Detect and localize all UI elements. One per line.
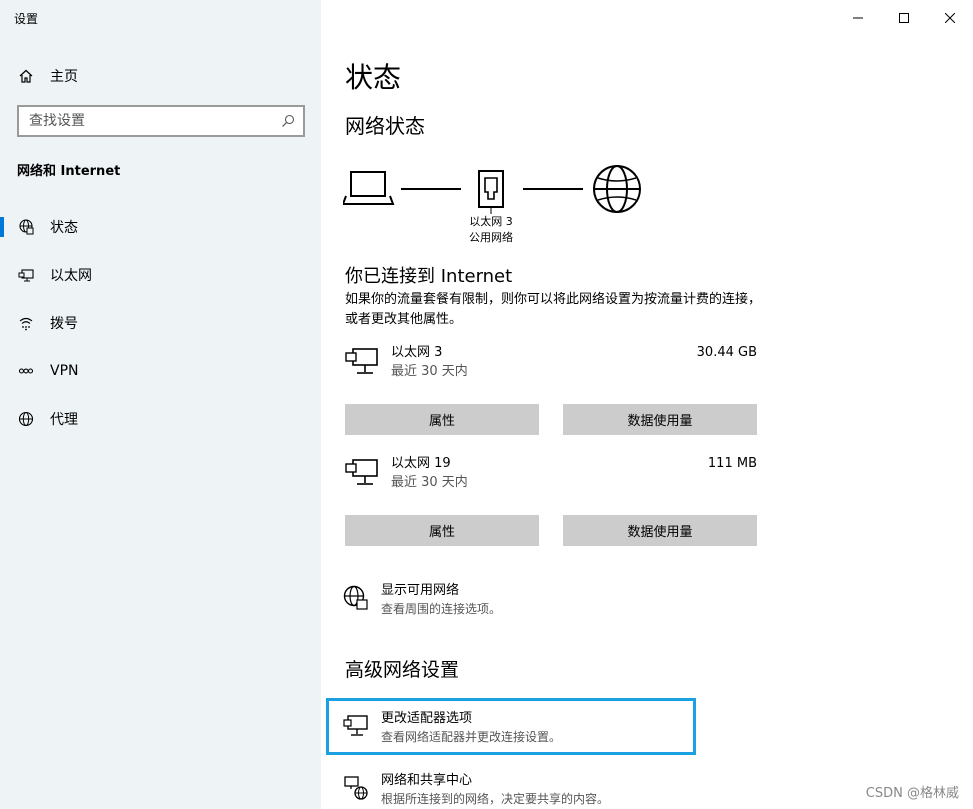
home-label: 主页 — [50, 69, 78, 85]
page-title: 状态 — [345, 61, 402, 94]
minimize-icon — [853, 17, 863, 19]
sidebar-item-dialup[interactable]: 拨号 — [0, 299, 321, 347]
sharing-center-desc: 根据所连接到的网络，决定要共享的内容。 — [381, 792, 610, 806]
connected-title: 你已连接到 Internet — [345, 266, 513, 287]
adapter-usage-period: 最近 30 天内 — [391, 475, 468, 490]
adapter-data-used: 30.44 GB — [696, 345, 757, 360]
show-networks-title: 显示可用网络 — [381, 583, 460, 598]
sidebar-item-label: VPN — [50, 363, 79, 379]
home-icon — [19, 69, 33, 83]
dialup-icon — [19, 317, 33, 331]
ethernet-icon — [18, 269, 34, 282]
properties-button[interactable]: 属性 — [345, 404, 539, 435]
globe-network-icon — [343, 585, 368, 610]
adapter-card: 以太网 3 最近 30 天内 30.44 GB 属性 数据使用量 — [345, 344, 757, 435]
maximize-button[interactable] — [881, 0, 927, 36]
sidebar-item-label: 以太网 — [50, 268, 92, 284]
sidebar-item-label: 代理 — [50, 412, 78, 428]
close-icon — [945, 13, 955, 23]
diagram-caption: 以太网 3 公用网络 — [441, 214, 541, 246]
sidebar-item-label: 拨号 — [50, 316, 78, 332]
change-adapter-link[interactable]: 更改适配器选项 查看网络适配器并更改连接设置。 — [343, 710, 561, 746]
internet-globe-icon — [593, 165, 641, 213]
ethernet-adapter-icon — [345, 459, 378, 485]
change-adapter-desc: 查看网络适配器并更改连接设置。 — [381, 730, 562, 744]
sharing-center-link[interactable]: 网络和共享中心 根据所连接到的网络，决定要共享的内容。 — [343, 772, 609, 808]
watermark-text: CSDN @格林威 — [865, 786, 959, 801]
minimize-button[interactable] — [835, 0, 881, 36]
search-icon[interactable] — [281, 114, 295, 128]
properties-button[interactable]: 属性 — [345, 515, 539, 546]
section-heading: 网络和 Internet — [17, 164, 121, 179]
show-networks-desc: 查看周围的连接选项。 — [381, 602, 502, 616]
adapter-monitor-icon — [343, 715, 368, 736]
diagram-network-type: 公用网络 — [469, 231, 513, 244]
sidebar: 设置 主页 网络和 Internet 状态 — [0, 0, 321, 809]
data-usage-button[interactable]: 数据使用量 — [563, 404, 757, 435]
maximize-icon — [899, 13, 909, 23]
main-content: 状态 网络状态 以太网 3 公用网络 你已连接到 Internet 如果你的流量… — [321, 0, 973, 809]
connected-description: 如果你的流量套餐有限制，则你可以将此网络设置为按流量计费的连接，或者更改其他属性… — [345, 292, 762, 327]
sidebar-nav: 状态 以太网 拨号 VPN 代理 — [0, 203, 321, 443]
ethernet-adapter-icon — [345, 348, 378, 374]
adapter-data-used: 111 MB — [707, 456, 757, 471]
adapter-name: 以太网 19 — [391, 456, 451, 471]
change-adapter-title: 更改适配器选项 — [381, 711, 473, 726]
window-controls — [835, 0, 973, 36]
laptop-icon — [343, 171, 395, 205]
sidebar-item-proxy[interactable]: 代理 — [0, 395, 321, 443]
globe-status-icon — [19, 219, 34, 235]
network-status-heading: 网络状态 — [345, 114, 425, 138]
sidebar-item-vpn[interactable]: VPN — [0, 347, 321, 395]
advanced-settings-heading: 高级网络设置 — [345, 659, 460, 681]
adapter-usage-period: 最近 30 天内 — [391, 364, 468, 379]
proxy-globe-icon — [18, 411, 34, 427]
diagram-adapter-name: 以太网 3 — [469, 215, 513, 228]
sidebar-item-status[interactable]: 状态 — [0, 203, 321, 251]
home-nav-item[interactable]: 主页 — [18, 66, 78, 86]
sharing-center-icon — [344, 776, 368, 800]
sidebar-item-ethernet[interactable]: 以太网 — [0, 251, 321, 299]
vpn-icon — [18, 368, 34, 374]
app-title: 设置 — [14, 12, 39, 26]
adapter-name: 以太网 3 — [391, 345, 443, 360]
ethernet-port-icon — [478, 170, 504, 214]
sidebar-item-label: 状态 — [50, 220, 78, 236]
adapter-card: 以太网 19 最近 30 天内 111 MB 属性 数据使用量 — [345, 455, 757, 546]
sharing-center-title: 网络和共享中心 — [381, 773, 473, 788]
show-networks-link[interactable]: 显示可用网络 查看周围的连接选项。 — [343, 582, 501, 618]
search-box[interactable] — [17, 105, 305, 137]
data-usage-button[interactable]: 数据使用量 — [563, 515, 757, 546]
close-button[interactable] — [927, 0, 973, 36]
search-input[interactable] — [29, 113, 259, 129]
